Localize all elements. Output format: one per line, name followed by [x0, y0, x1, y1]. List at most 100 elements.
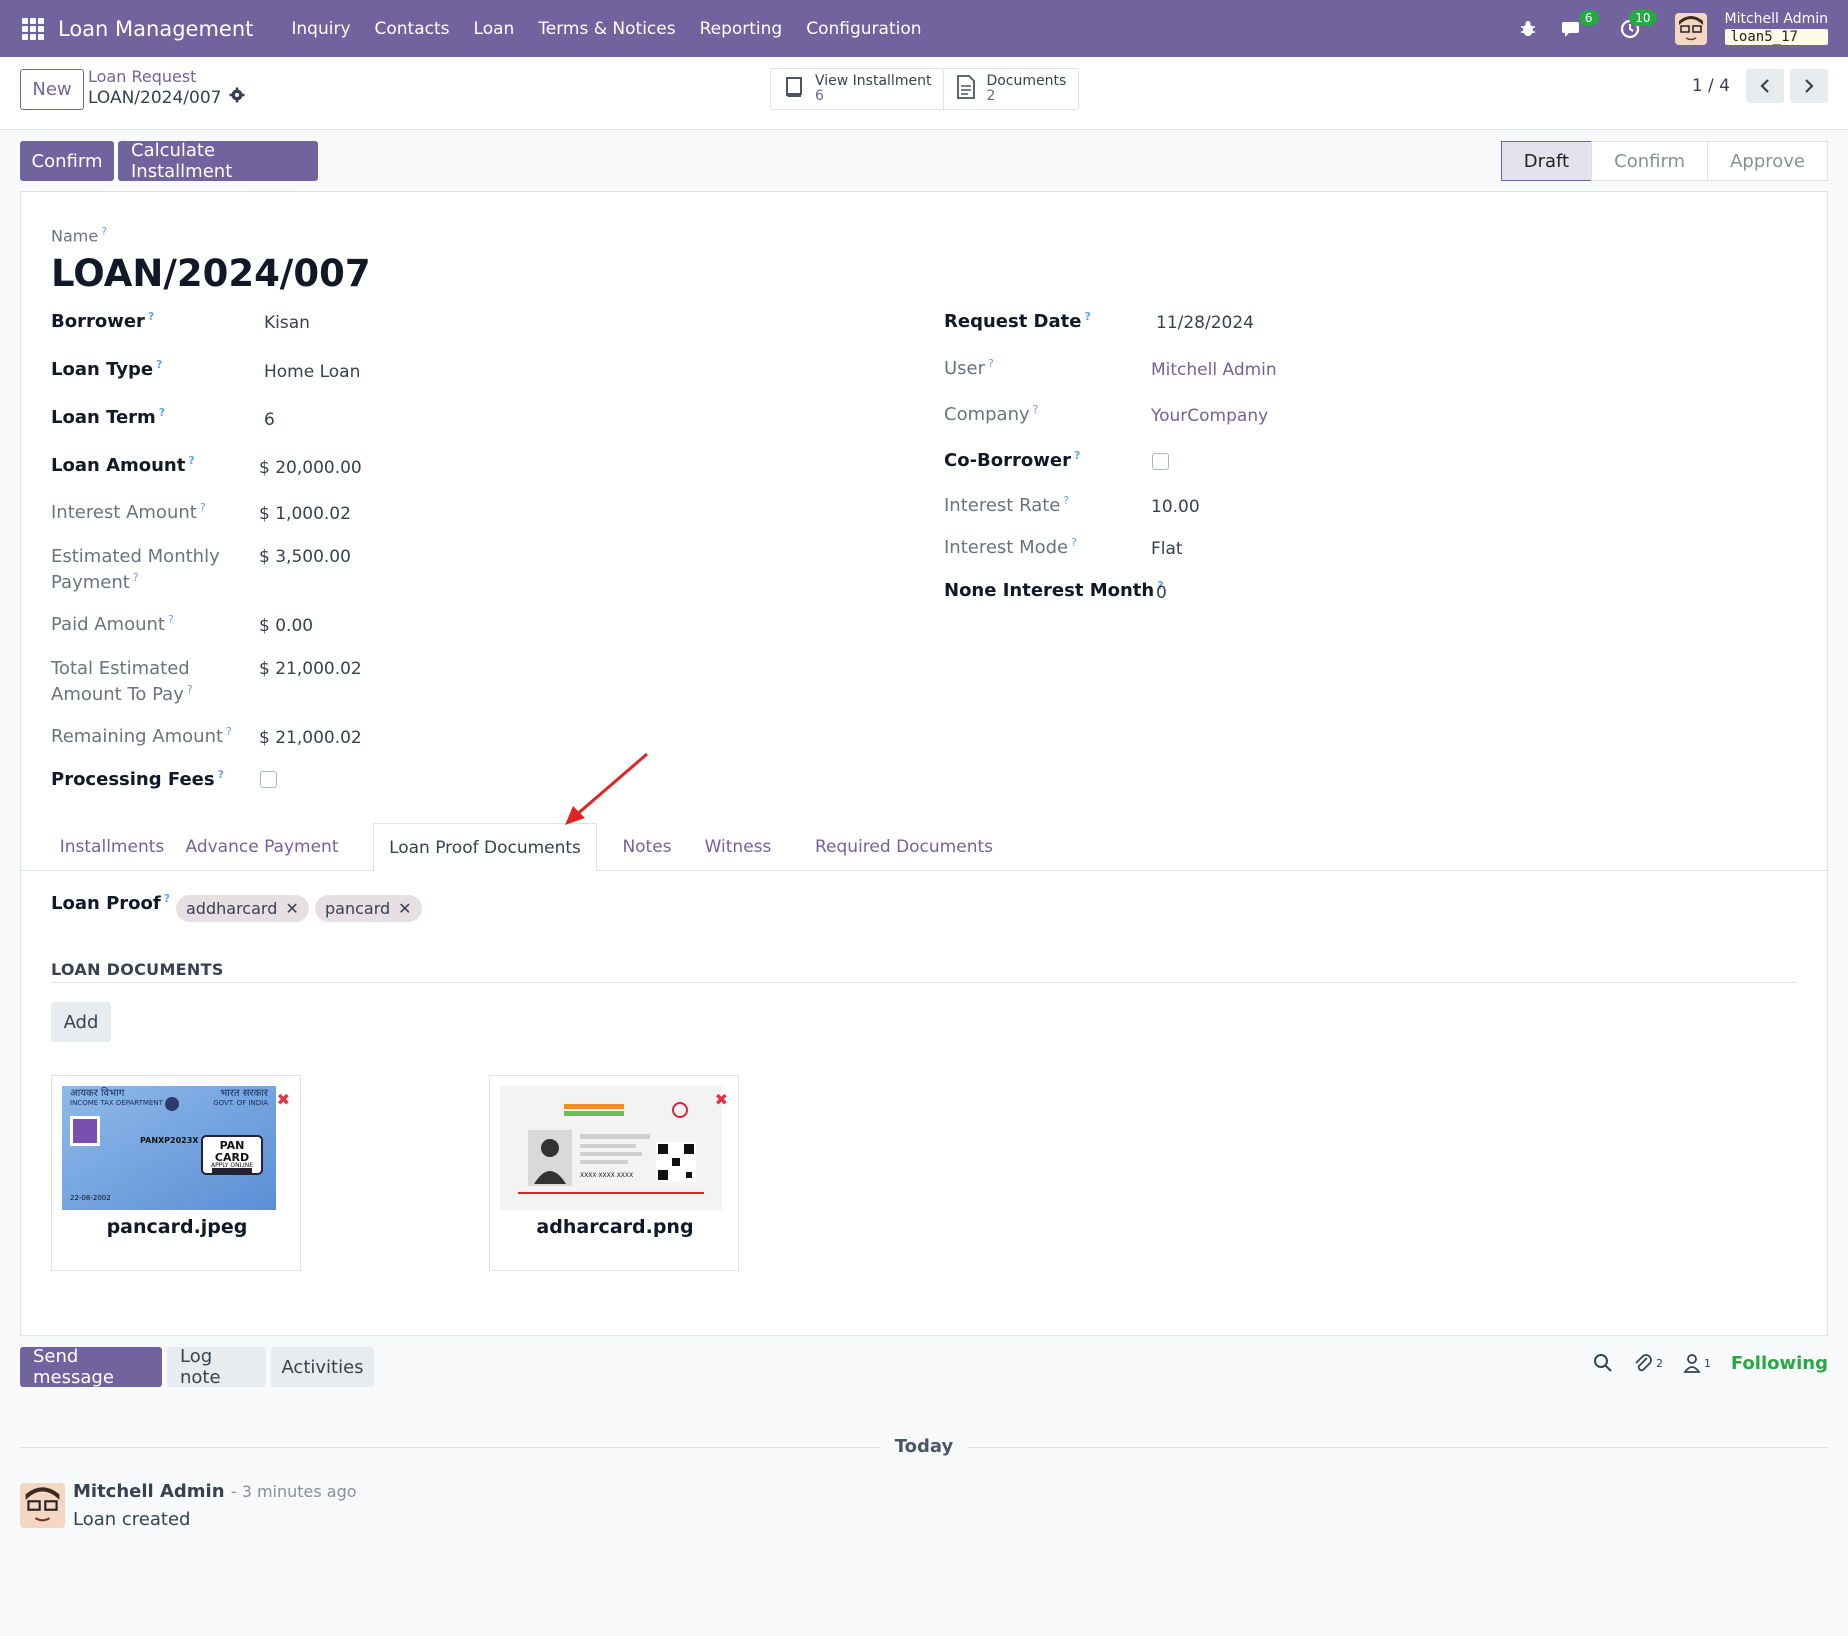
- breadcrumb-current: LOAN/2024/007: [88, 87, 245, 109]
- message-time: - 3 minutes ago: [230, 1482, 357, 1501]
- status-confirm[interactable]: Confirm: [1591, 141, 1709, 181]
- loan-amount-value[interactable]: $ 20,000.00: [259, 458, 362, 478]
- document-card-adharcard[interactable]: XXXX XXXX XXXX ✖ adharcard.png: [489, 1075, 739, 1271]
- tag-addharcard-label: addharcard: [186, 899, 278, 918]
- messages-icon[interactable]: 6: [1559, 9, 1599, 42]
- pager-previous-button[interactable]: [1746, 69, 1784, 103]
- interest-rate-value[interactable]: 10.00: [1151, 497, 1200, 517]
- section-divider: [51, 982, 1797, 983]
- tab-witness[interactable]: Witness: [693, 823, 783, 871]
- status-draft[interactable]: Draft: [1500, 141, 1593, 181]
- attachments-button[interactable]: 2: [1633, 1352, 1663, 1374]
- loan-term-label: Loan Term?: [51, 406, 166, 428]
- log-note-button[interactable]: Log note: [167, 1346, 266, 1388]
- breadcrumb-parent[interactable]: Loan Request: [88, 67, 245, 87]
- tab-required-documents[interactable]: Required Documents: [799, 823, 1009, 871]
- pancard-date-text: 22-08-2002: [70, 1194, 111, 1202]
- attachments-count: 2: [1656, 1356, 1663, 1370]
- status-approve[interactable]: Approve: [1707, 141, 1828, 181]
- following-button[interactable]: Following: [1731, 1353, 1828, 1374]
- tag-pancard: pancard ✕: [315, 895, 422, 922]
- message-author-name[interactable]: Mitchell Admin: [73, 1481, 225, 1502]
- view-installment-count: 6: [815, 88, 824, 104]
- loan-type-value[interactable]: Home Loan: [264, 362, 360, 382]
- user-menu[interactable]: Mitchell Admin loan5_17: [1724, 12, 1828, 46]
- remaining-amount-value: $ 21,000.02: [259, 728, 362, 748]
- menu-item-contacts[interactable]: Contacts: [363, 19, 462, 39]
- activities-button[interactable]: Activities: [271, 1347, 374, 1387]
- pager: 1 / 4: [1692, 69, 1828, 103]
- pager-value[interactable]: 1 / 4: [1692, 76, 1730, 96]
- menu-item-reporting[interactable]: Reporting: [688, 19, 795, 39]
- date-separator-today: Today: [894, 1436, 954, 1457]
- estimated-monthly-payment-value: $ 3,500.00: [259, 547, 351, 567]
- tag-remove-icon[interactable]: ✕: [398, 899, 411, 918]
- pager-next-button[interactable]: [1790, 69, 1828, 103]
- document-name: pancard.jpeg: [106, 1216, 248, 1238]
- processing-fees-label: Processing Fees?: [51, 768, 224, 790]
- menu-item-configuration[interactable]: Configuration: [794, 19, 933, 39]
- message-body: Loan created: [73, 1509, 191, 1530]
- new-button[interactable]: New: [20, 69, 84, 110]
- loan-proof-label: Loan Proof?: [51, 892, 171, 914]
- co-borrower-label: Co-Borrower?: [944, 449, 1081, 471]
- loan-term-value[interactable]: 6: [264, 410, 275, 430]
- borrower-value[interactable]: Kisan: [264, 313, 310, 333]
- adharcard-thumbnail: XXXX XXXX XXXX: [500, 1086, 722, 1210]
- loan-type-label: Loan Type?: [51, 358, 163, 380]
- remove-document-icon[interactable]: ✖: [715, 1090, 728, 1109]
- chevron-right-icon: [1805, 79, 1814, 93]
- tab-advance-payment[interactable]: Advance Payment: [181, 823, 343, 871]
- remove-document-icon[interactable]: ✖: [277, 1090, 290, 1109]
- calculate-installment-button[interactable]: Calculate Installment: [118, 140, 318, 182]
- menu-item-loan[interactable]: Loan: [462, 19, 527, 39]
- date-divider-left: [20, 1447, 880, 1448]
- interest-rate-label: Interest Rate?: [944, 494, 1070, 516]
- followers-count: 1: [1703, 1356, 1711, 1370]
- interest-mode-label: Interest Mode?: [944, 536, 1077, 558]
- activity-count-badge: 10: [1629, 9, 1657, 26]
- paid-amount-label: Paid Amount?: [51, 613, 174, 635]
- app-brand[interactable]: Loan Management: [58, 17, 253, 41]
- message-author: Mitchell Admin - 3 minutes ago: [73, 1481, 357, 1502]
- documents-button[interactable]: Documents 2: [944, 69, 1078, 109]
- chatter-tools: 2 1 Following: [1593, 1352, 1828, 1374]
- send-message-button[interactable]: Send message: [20, 1346, 162, 1388]
- view-installment-label: View Installment: [815, 72, 932, 89]
- user-value[interactable]: Mitchell Admin: [1151, 360, 1277, 380]
- processing-fees-checkbox[interactable]: [260, 771, 277, 788]
- total-estimated-amount-value: $ 21,000.02: [259, 659, 362, 679]
- record-name[interactable]: LOAN/2024/007: [51, 252, 371, 295]
- view-installment-text: View Installment 6: [815, 72, 932, 105]
- user-avatar[interactable]: [1674, 12, 1707, 45]
- menu-item-terms-notices[interactable]: Terms & Notices: [526, 19, 687, 39]
- gear-icon[interactable]: [229, 87, 245, 109]
- co-borrower-checkbox[interactable]: [1152, 453, 1169, 470]
- request-date-value[interactable]: 11/28/2024: [1156, 313, 1254, 333]
- company-value[interactable]: YourCompany: [1151, 406, 1268, 426]
- add-document-button[interactable]: Add: [51, 1002, 111, 1042]
- tag-pancard-label: pancard: [325, 899, 391, 918]
- view-installment-button[interactable]: View Installment 6: [771, 69, 945, 109]
- menu-item-inquiry[interactable]: Inquiry: [279, 19, 362, 39]
- adhar-number-text: XXXX XXXX XXXX: [580, 1172, 634, 1179]
- followers-button[interactable]: 1: [1683, 1353, 1711, 1373]
- confirm-button[interactable]: Confirm: [20, 141, 114, 181]
- tag-remove-icon[interactable]: ✕: [285, 899, 298, 918]
- pancard-govt-text: भारत सरकार GOVT. OF INDIA: [213, 1088, 268, 1107]
- activity-clock-icon[interactable]: 10: [1617, 9, 1657, 42]
- navbar-systray: 6 10 Mitchell Admin loan5_17: [1515, 0, 1828, 57]
- user-icon: [1683, 1354, 1701, 1373]
- apps-menu-icon[interactable]: [22, 17, 44, 40]
- breadcrumb: Loan Request LOAN/2024/007: [88, 67, 245, 109]
- message-author-avatar[interactable]: [20, 1483, 65, 1528]
- none-interest-month-value[interactable]: 0: [1156, 583, 1167, 603]
- tab-installments[interactable]: Installments: [51, 823, 173, 871]
- interest-mode-value[interactable]: Flat: [1151, 539, 1183, 559]
- document-card-pancard[interactable]: आयकर विभाग INCOME TAX DEPARTMENT भारत सरक…: [51, 1075, 301, 1271]
- search-icon[interactable]: [1593, 1353, 1613, 1373]
- none-interest-month-label: None Interest Month?: [944, 579, 1164, 601]
- bug-icon[interactable]: [1515, 16, 1541, 42]
- breadcrumb-current-label: LOAN/2024/007: [88, 87, 222, 108]
- book-icon: [783, 75, 805, 104]
